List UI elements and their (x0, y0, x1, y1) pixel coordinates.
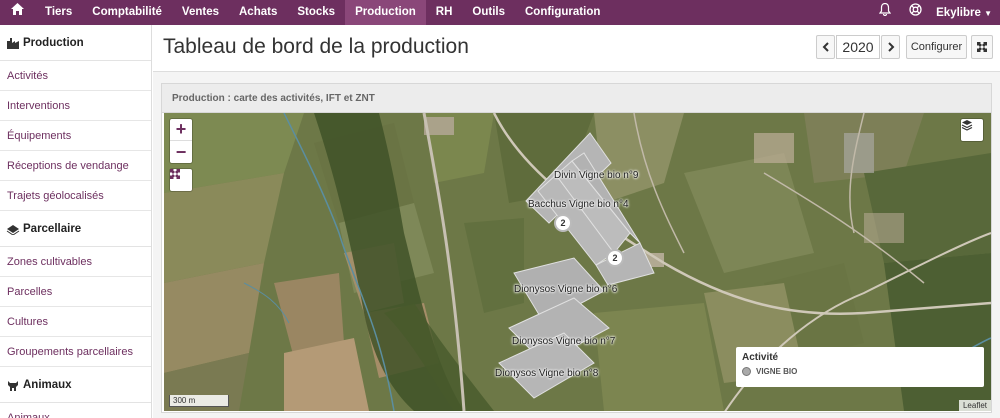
sidebar-section-title: Parcellaire (23, 222, 82, 235)
cow-icon (8, 380, 18, 391)
layers-button[interactable] (961, 119, 983, 141)
nav-production[interactable]: Production (345, 0, 426, 25)
sidebar-item-interventions[interactable]: Interventions (0, 91, 151, 121)
help-button[interactable] (900, 0, 930, 25)
plot-label-divin-9[interactable]: Divin Vigne bio n°9 (554, 170, 638, 181)
expand-icon (977, 42, 987, 52)
page-title: Tableau de bord de la production (163, 35, 469, 58)
bell-icon (878, 2, 892, 17)
nav-rh[interactable]: RH (426, 0, 463, 25)
nav-outils[interactable]: Outils (462, 0, 515, 25)
legend-label: VIGNE BIO (756, 367, 798, 376)
layers-icon (961, 120, 973, 131)
main-content: Tableau de bord de la production 2020 Co… (153, 25, 1000, 418)
sidebar-section-parcellaire: Parcellaire (0, 211, 151, 247)
sidebar-section-title: Production (23, 36, 84, 49)
nav-configuration[interactable]: Configuration (515, 0, 610, 25)
expand-icon (170, 169, 180, 179)
sidebar-section-title: Animaux (23, 378, 72, 391)
legend-title: Activité (742, 352, 779, 363)
zoom-control: + − (170, 119, 192, 163)
fullscreen-button[interactable] (971, 35, 993, 59)
cluster-marker[interactable]: 2 (554, 214, 572, 232)
chevron-left-icon (822, 42, 829, 52)
map-fullscreen-button[interactable] (170, 169, 192, 191)
sidebar-item-trajets[interactable]: Trajets géolocalisés (0, 181, 151, 211)
plot-label-dionysos-8[interactable]: Dionysos Vigne bio n°8 (495, 368, 598, 379)
factory-icon (7, 37, 19, 49)
nav-achats[interactable]: Achats (229, 0, 287, 25)
nav-stocks[interactable]: Stocks (287, 0, 345, 25)
sidebar-item-activites[interactable]: Activités (0, 61, 151, 91)
zoom-out-button[interactable]: − (170, 141, 192, 163)
sidebar-section-animaux: Animaux (0, 367, 151, 403)
home-button[interactable] (0, 0, 35, 25)
zoom-in-button[interactable]: + (170, 119, 192, 141)
top-navigation: Tiers Comptabilité Ventes Achats Stocks … (0, 0, 1000, 25)
lifebuoy-icon (908, 3, 922, 16)
cluster-marker[interactable]: 2 (606, 249, 624, 267)
plot-label-dionysos-7[interactable]: Dionysos Vigne bio n°7 (512, 336, 615, 347)
home-icon (11, 3, 24, 15)
sidebar-item-equipements[interactable]: Équipements (0, 121, 151, 151)
map-attribution[interactable]: Leaflet (958, 400, 991, 411)
map-panel: Production : carte des activités, IFT et… (161, 83, 992, 413)
user-name: Ekylibre (936, 6, 981, 19)
legend-item: VIGNE BIO (742, 367, 978, 376)
nav-ventes[interactable]: Ventes (172, 0, 229, 25)
sidebar-item-animaux[interactable]: Animaux (0, 403, 151, 418)
chevron-right-icon (887, 42, 894, 52)
configure-button[interactable]: Configurer (906, 35, 967, 59)
legend-swatch (742, 367, 751, 376)
plot-label-bacchus-4[interactable]: Bacchus Vigne bio n°4 (528, 199, 629, 210)
sidebar-item-zones-cultivables[interactable]: Zones cultivables (0, 247, 151, 277)
notifications-button[interactable] (870, 0, 900, 25)
previous-year-button[interactable] (816, 35, 835, 59)
next-year-button[interactable] (881, 35, 900, 59)
sidebar: Production Activités Interventions Équip… (0, 25, 152, 418)
panel-title: Production : carte des activités, IFT et… (162, 84, 991, 113)
nav-comptabilite[interactable]: Comptabilité (82, 0, 172, 25)
sidebar-item-parcelles[interactable]: Parcelles (0, 277, 151, 307)
plot-label-dionysos-6[interactable]: Dionysos Vigne bio n°6 (514, 284, 617, 295)
sidebar-item-receptions-vendange[interactable]: Réceptions de vendange (0, 151, 151, 181)
user-menu[interactable]: Ekylibre ▼ (930, 7, 1000, 19)
nav-tiers[interactable]: Tiers (35, 0, 82, 25)
sidebar-item-groupements[interactable]: Groupements parcellaires (0, 337, 151, 367)
page-header: Tableau de bord de la production 2020 Co… (153, 25, 1000, 72)
scale-bar: 300 m (169, 395, 229, 407)
parcel-icon (6, 224, 20, 235)
map-view[interactable]: Divin Vigne bio n°9 Bacchus Vigne bio n°… (164, 113, 991, 411)
map-legend: Activité VIGNE BIO (736, 347, 984, 387)
sidebar-item-cultures[interactable]: Cultures (0, 307, 151, 337)
sidebar-section-production: Production (0, 25, 151, 61)
year-display: 2020 (836, 35, 880, 59)
caret-down-icon: ▼ (984, 8, 992, 18)
